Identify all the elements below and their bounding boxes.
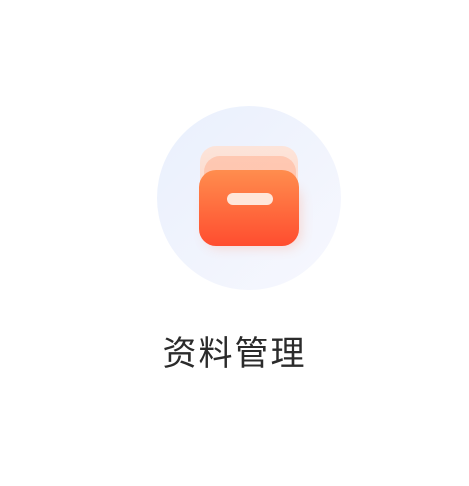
icon-circle-background (157, 106, 341, 290)
data-management-tile[interactable]: 资料管理 (0, 0, 469, 486)
folder-archive-icon (199, 146, 301, 248)
tile-label: 资料管理 (162, 334, 307, 374)
